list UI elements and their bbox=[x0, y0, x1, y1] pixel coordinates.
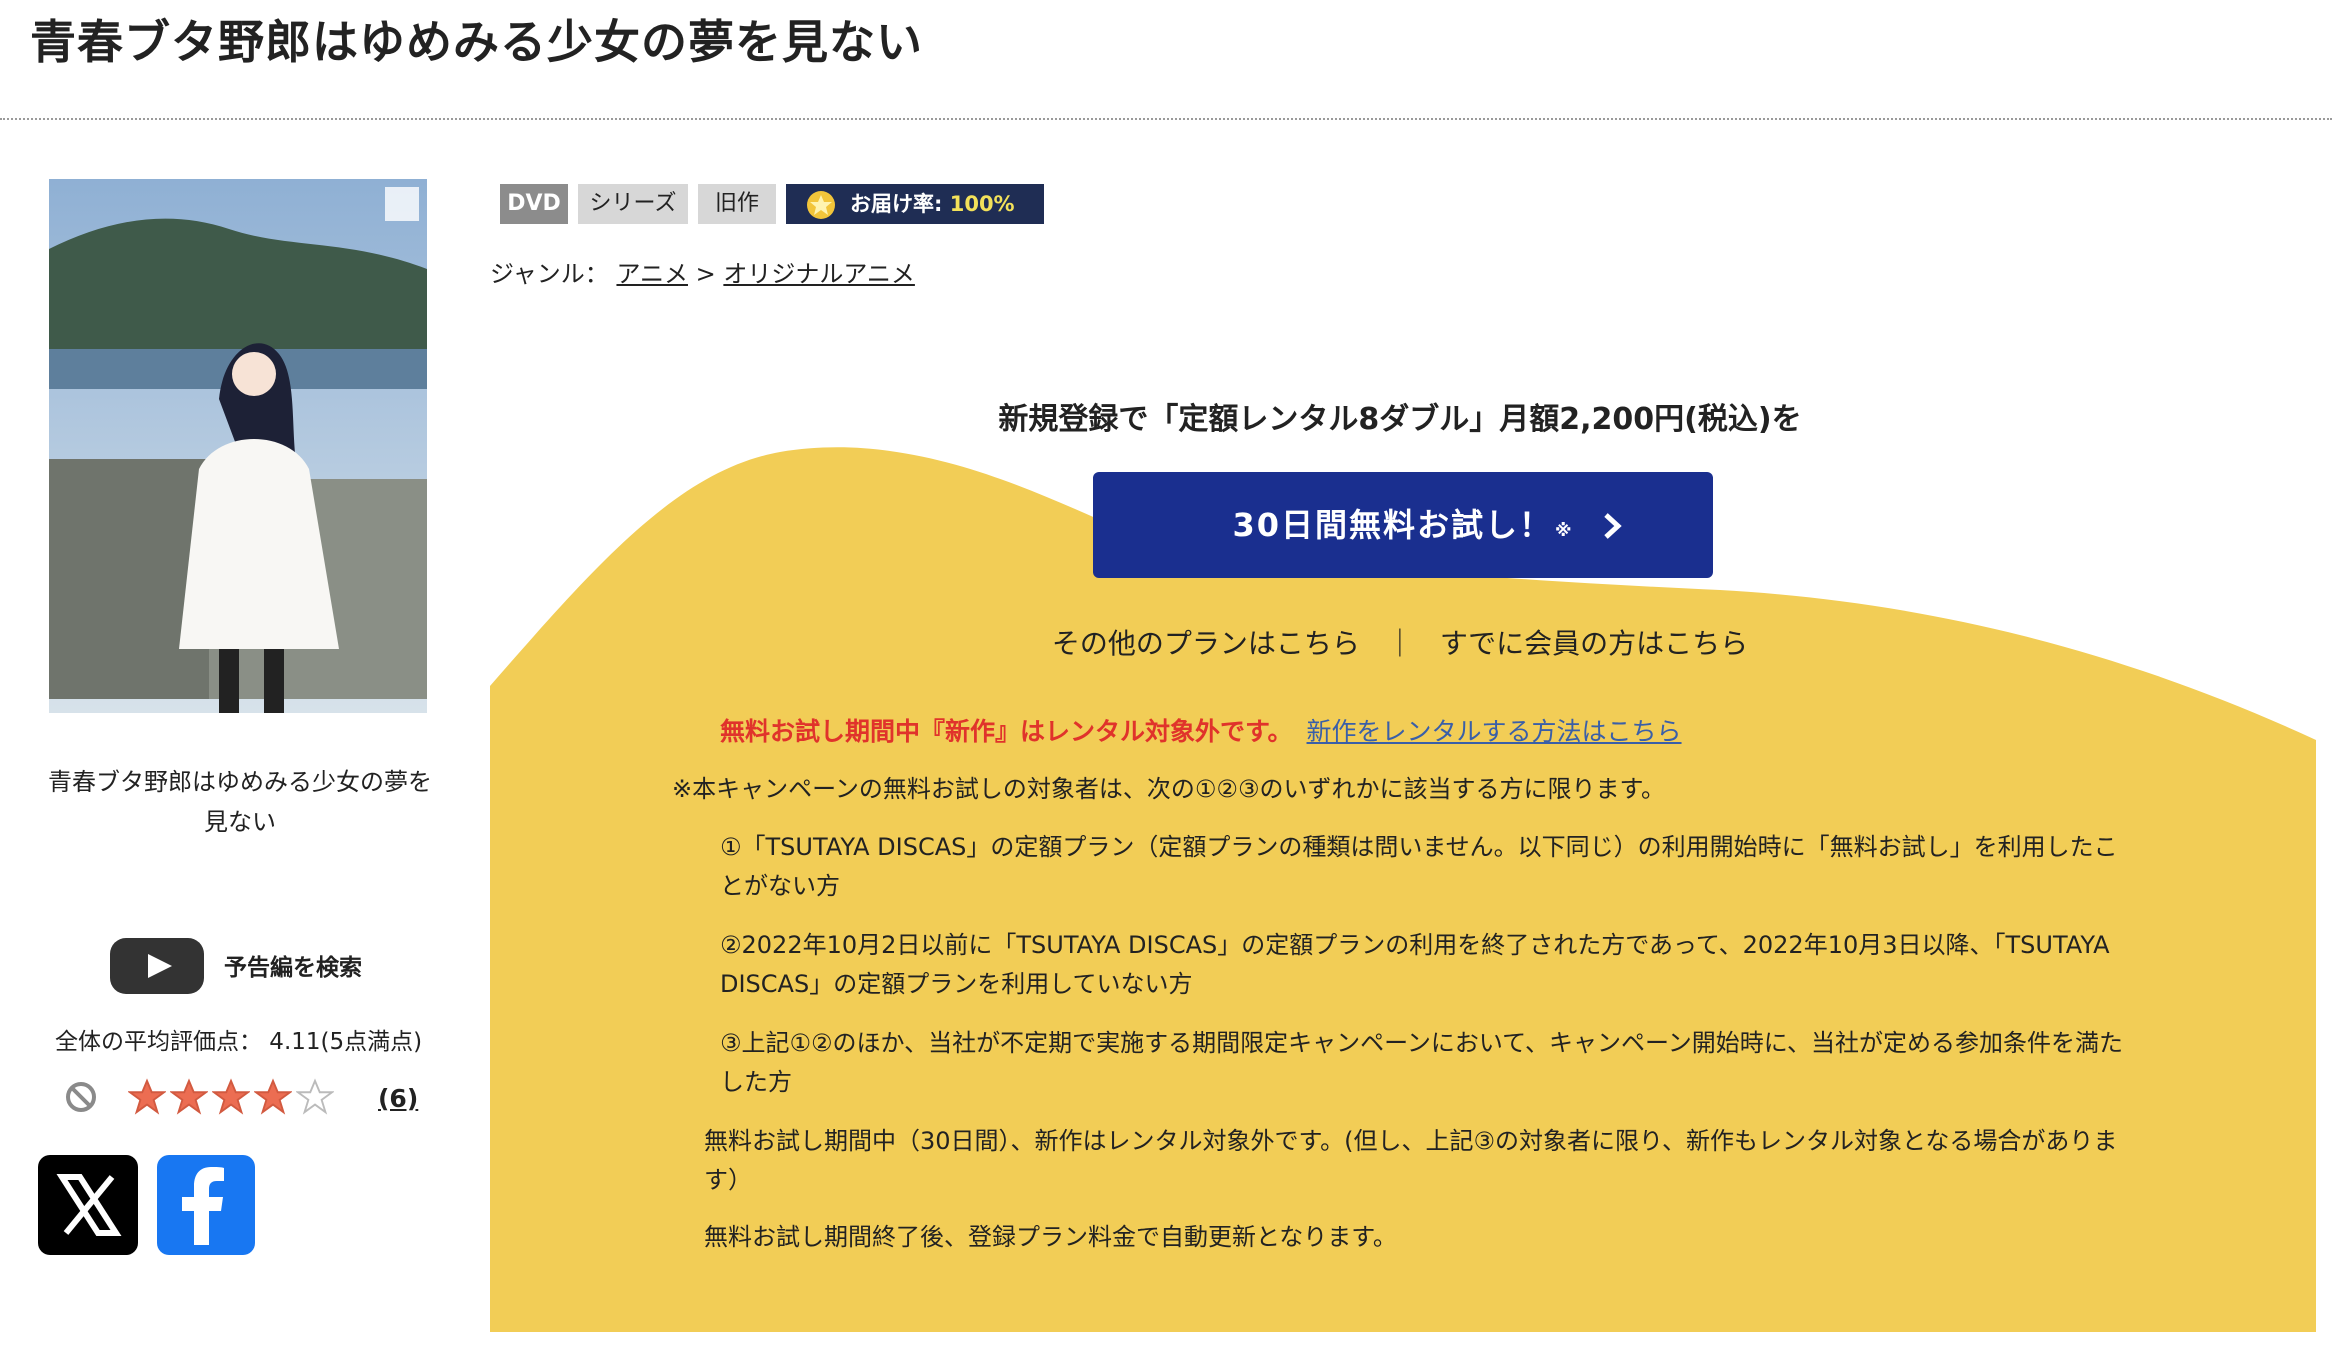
title-divider bbox=[0, 118, 2332, 120]
plan-links: その他のプランはこちら ｜ すでに会員の方はこちら bbox=[700, 622, 2100, 662]
trial-auto-renewal: 無料お試し期間終了後、登録プラン料金で自動更新となります。 bbox=[704, 1223, 1397, 1251]
tag-series[interactable]: シリーズ bbox=[578, 184, 688, 224]
page-title: 青春ブタ野郎はゆめみる少女の夢を見ない bbox=[30, 15, 923, 69]
star-icon bbox=[170, 1078, 208, 1115]
star-icon bbox=[254, 1078, 292, 1115]
eligibility-lead: ※本キャンペーンの無料お試しの対象者は、次の①②③のいずれかに該当する方に限りま… bbox=[672, 775, 1666, 803]
delivery-rate-value: 100% bbox=[949, 192, 1015, 216]
tag-old-release: 旧作 bbox=[698, 184, 776, 224]
x-logo-icon bbox=[56, 1174, 122, 1236]
free-trial-note: ※ bbox=[1555, 521, 1574, 541]
genre-link-anime[interactable]: アニメ bbox=[616, 260, 688, 288]
member-login-link[interactable]: すでに会員の方はこちら bbox=[1440, 627, 1748, 660]
cover-image[interactable] bbox=[49, 179, 427, 713]
campaign-heading: 新規登録で「定額レンタル8ダブル」月額2,200円(税込)を bbox=[998, 402, 1802, 437]
free-trial-button[interactable]: 30日間無料お試し！ ※ bbox=[1093, 472, 1713, 578]
eligibility-condition-3: ③上記①②のほか、当社が不定期で実施する期間限定キャンペーンにおいて、キャンペー… bbox=[720, 1029, 2124, 1096]
genre-breadcrumb: ジャンル： アニメ > オリジナルアニメ bbox=[490, 254, 915, 289]
star-icon bbox=[128, 1078, 166, 1115]
cover-illustration bbox=[49, 179, 427, 713]
tag-dvd: DVD bbox=[500, 184, 568, 224]
new-release-notice: 無料お試し期間中『新作』はレンタル対象外です。 新作をレンタルする方法はこちら bbox=[720, 712, 1682, 748]
cover-caption: 青春ブタ野郎はゆめみる少女の夢を見ない bbox=[48, 768, 432, 836]
genre-link-original-anime[interactable]: オリジナルアニメ bbox=[723, 260, 915, 288]
star-icon bbox=[296, 1078, 334, 1115]
new-release-warning: 無料お試し期間中『新作』はレンタル対象外です。 bbox=[720, 717, 1293, 746]
prohibited-icon[interactable] bbox=[64, 1080, 98, 1114]
genre-separator: > bbox=[695, 260, 716, 288]
star-icon bbox=[807, 191, 835, 219]
delivery-rate-label: お届け率: bbox=[850, 192, 943, 216]
genre-label: ジャンル： bbox=[490, 260, 609, 288]
other-plans-link[interactable]: その他のプランはこちら bbox=[1052, 627, 1360, 660]
average-rating: 全体の平均評価点： 4.11(5点満点) bbox=[55, 1029, 423, 1055]
eligibility-condition-2: ②2022年10月2日以前に「TSUTAYA DISCAS」の定額プランの利用を… bbox=[720, 931, 2110, 998]
star-icon bbox=[212, 1078, 250, 1115]
share-x-button[interactable] bbox=[38, 1155, 138, 1255]
share-facebook-button[interactable] bbox=[157, 1155, 255, 1255]
plan-links-separator: ｜ bbox=[1385, 627, 1414, 660]
new-release-rental-link[interactable]: 新作をレンタルする方法はこちら bbox=[1307, 717, 1682, 746]
delivery-rate-badge: お届け率: 100% bbox=[786, 184, 1044, 224]
trailer-search-link[interactable]: 予告編を検索 bbox=[224, 948, 362, 982]
free-trial-label: 30日間無料お試し！ bbox=[1232, 506, 1553, 544]
chevron-right-icon bbox=[1604, 513, 1622, 539]
review-count[interactable]: (6) bbox=[378, 1084, 418, 1113]
facebook-icon bbox=[182, 1167, 224, 1245]
trial-period-info: 無料お試し期間中（30日間）、新作はレンタル対象外です。(但し、上記③の対象者に… bbox=[704, 1127, 2118, 1194]
play-icon[interactable] bbox=[110, 938, 204, 994]
star-rating bbox=[128, 1078, 334, 1118]
eligibility-condition-1: ①「TSUTAYA DISCAS」の定額プラン（定額プランの種類は問いません。以… bbox=[720, 833, 2118, 900]
